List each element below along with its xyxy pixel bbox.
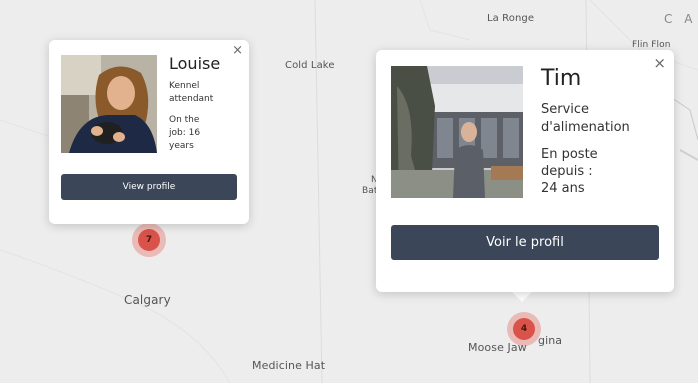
- city-label-la-ronge: La Ronge: [487, 13, 535, 24]
- profile-tenure-line-3: years: [169, 141, 194, 151]
- cluster-count: 7: [138, 229, 160, 251]
- city-label-medicine-hat: Medicine Hat: [252, 359, 326, 372]
- profile-role-line-2: attendant: [169, 94, 214, 104]
- profile-name: Tim: [541, 66, 582, 91]
- country-label: C A: [664, 12, 697, 26]
- view-profile-button[interactable]: View profile: [61, 174, 237, 200]
- profile-role-line-1: Kennel: [169, 81, 200, 91]
- profile-tenure-line-2: depuis :: [541, 164, 593, 179]
- profile-photo-tim: [391, 66, 523, 198]
- cluster-marker-7[interactable]: 7: [132, 223, 166, 257]
- profile-popup-louise: × Louise Kennel attendant On the job: 16…: [49, 40, 249, 224]
- cluster-marker-4[interactable]: 4: [507, 312, 541, 346]
- profile-tenure-line-1: En poste: [541, 147, 598, 162]
- profile-role-line-1: Service: [541, 102, 590, 117]
- profile-name: Louise: [169, 54, 221, 73]
- profile-tenure-line-3: 24 ans: [541, 181, 585, 196]
- close-icon[interactable]: ×: [232, 44, 243, 57]
- profile-popup-tim: × Tim Service d'alimenation En poste dep…: [376, 50, 674, 292]
- profile-role-line-2: d'alimenation: [541, 120, 630, 135]
- profile-photo-louise: [61, 55, 157, 153]
- city-label-calgary: Calgary: [124, 293, 171, 307]
- profile-tenure-line-1: On the: [169, 115, 200, 125]
- cluster-count: 4: [513, 318, 535, 340]
- city-label-regina: gina: [538, 334, 563, 347]
- voir-le-profil-button[interactable]: Voir le profil: [391, 225, 659, 260]
- profile-tenure-line-2: job: 16: [169, 128, 201, 138]
- city-label-cold-lake: Cold Lake: [285, 60, 335, 71]
- city-label-flin-flon: Flin Flon: [632, 40, 671, 50]
- close-icon[interactable]: ×: [653, 56, 666, 71]
